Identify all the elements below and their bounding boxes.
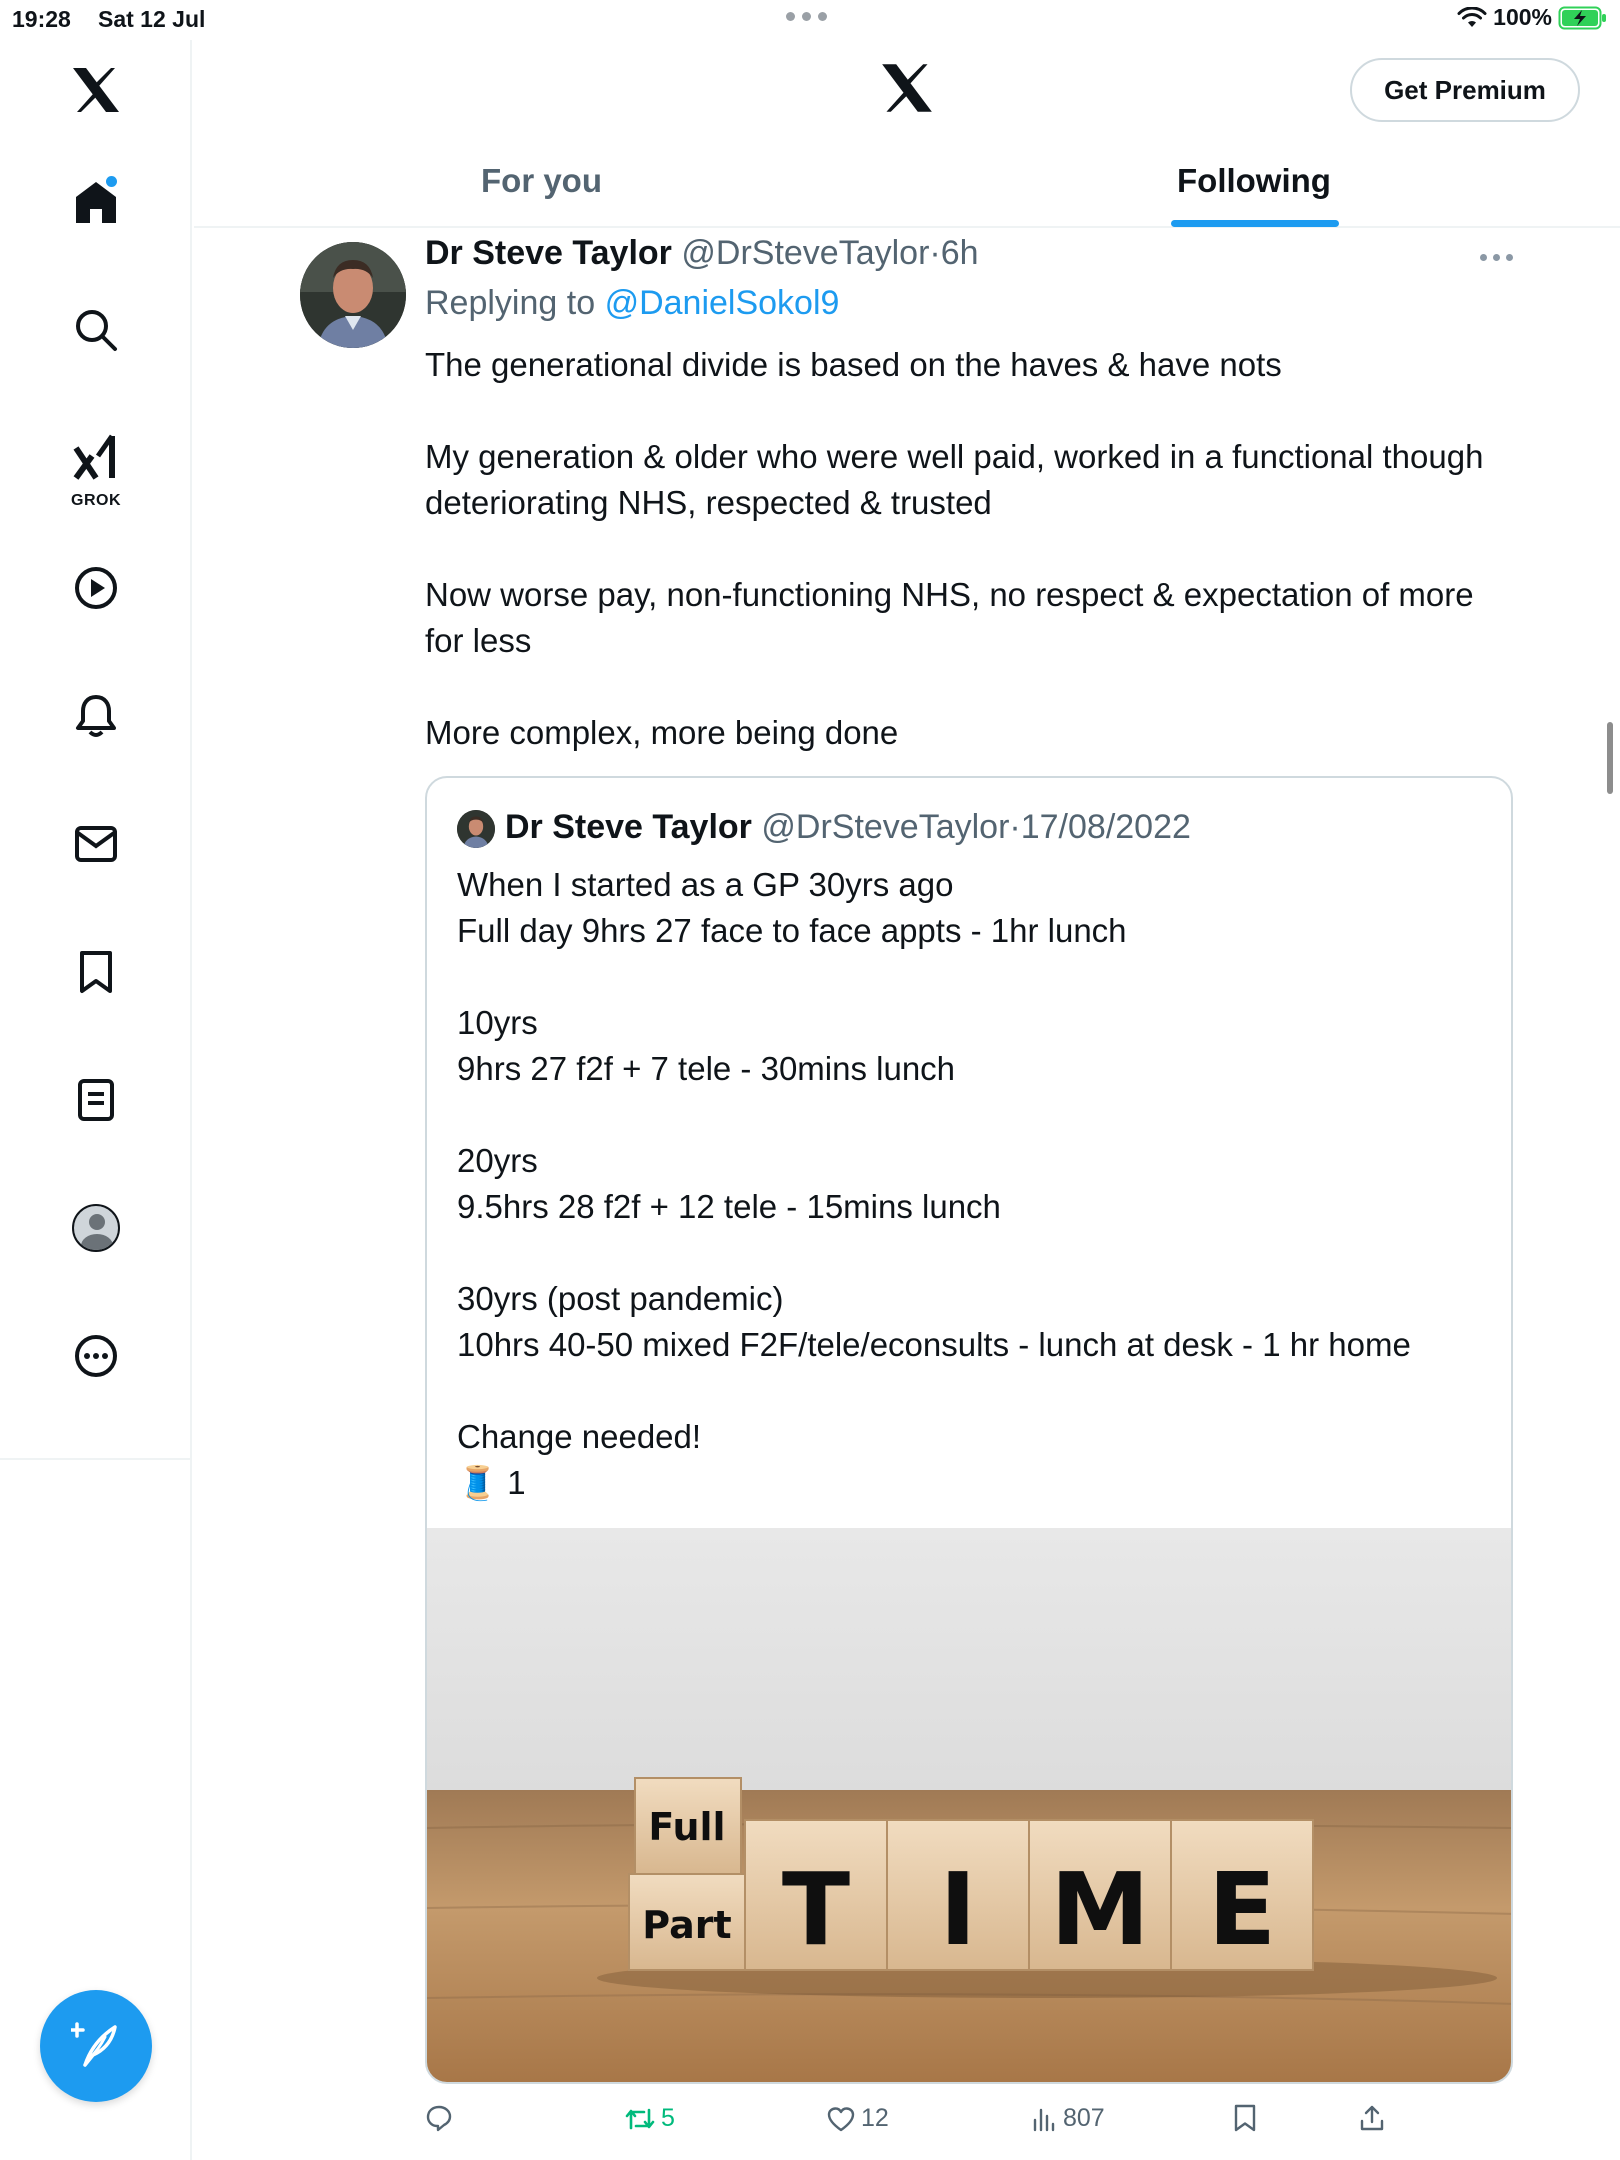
reply-button[interactable] xyxy=(425,2104,459,2132)
tab-following[interactable]: Following xyxy=(1177,162,1331,200)
sidebar-item-messages[interactable] xyxy=(66,814,126,874)
block-letter: E xyxy=(1208,1851,1276,1968)
views-icon xyxy=(1033,2108,1055,2131)
separator-dot: · xyxy=(1009,808,1021,846)
compose-icon xyxy=(71,2022,117,2067)
bookmark-icon xyxy=(1234,2104,1256,2132)
sidebar-item-bookmarks[interactable] xyxy=(66,942,126,1002)
grok-icon xyxy=(73,434,115,480)
list-icon xyxy=(78,1079,114,1121)
author-name[interactable]: Dr Steve Taylor xyxy=(425,234,672,272)
sidebar-item-more[interactable] xyxy=(66,1326,126,1386)
quoted-line: 9.5hrs 28 f2f + 12 tele - 15mins lunch xyxy=(457,1188,1001,1225)
share-icon xyxy=(1360,2105,1384,2131)
quoted-author-avatar xyxy=(457,810,495,848)
bookmark-icon xyxy=(80,951,112,993)
separator-dot: · xyxy=(929,234,941,272)
tweet-time[interactable]: 6h xyxy=(941,234,979,272)
quoted-image[interactable]: Full Part T I M E xyxy=(427,1528,1511,2082)
retweet-button[interactable]: 5 xyxy=(625,2104,675,2133)
wifi-icon xyxy=(1457,6,1487,27)
tweet-paragraph: My generation & older who were well paid… xyxy=(425,438,1484,521)
tweet-header: Dr Steve Taylor @DrSteveTaylor·6h xyxy=(425,234,979,273)
quoted-line: 30yrs (post pandemic) xyxy=(457,1280,784,1317)
tweet-paragraph: More complex, more being done xyxy=(425,714,899,751)
battery-percent: 100% xyxy=(1493,4,1552,30)
get-premium-button[interactable]: Get Premium xyxy=(1350,58,1580,122)
sidebar-item-home[interactable] xyxy=(66,172,126,232)
x-logo-icon[interactable] xyxy=(66,60,126,120)
quoted-author-handle: @DrSteveTaylor xyxy=(761,808,1010,846)
sidebar-item-profile[interactable] xyxy=(66,1198,126,1258)
quoted-line: When I started as a GP 30yrs ago xyxy=(457,866,954,903)
heart-icon xyxy=(827,2106,855,2131)
block-word-full: Full xyxy=(648,1805,725,1849)
block-letter: M xyxy=(1050,1851,1150,1968)
tab-for-you[interactable]: For you xyxy=(481,162,602,200)
grok-label: GROK xyxy=(71,492,121,509)
reply-icon xyxy=(426,2105,452,2132)
block-letter: I xyxy=(939,1851,976,1968)
quoted-line: Full day 9hrs 27 face to face appts - 1h… xyxy=(457,912,1127,949)
quoted-tweet[interactable]: Dr Steve Taylor @DrSteveTaylor·17/08/202… xyxy=(425,776,1513,2084)
quoted-line: 10yrs xyxy=(457,1004,538,1041)
replying-prefix: Replying to xyxy=(425,284,596,322)
status-time: 19:28 xyxy=(12,6,71,32)
status-bar: 19:28 Sat 12 Jul 100% xyxy=(0,0,1620,40)
status-date: Sat 12 Jul xyxy=(98,6,206,32)
replying-to: Replying to @DanielSokol9 xyxy=(425,284,839,323)
block-word-part: Part xyxy=(642,1903,731,1947)
active-tab-indicator xyxy=(1171,220,1339,227)
quoted-author-name: Dr Steve Taylor xyxy=(505,808,752,846)
author-handle[interactable]: @DrSteveTaylor xyxy=(681,234,929,272)
bell-icon xyxy=(76,695,116,737)
sidebar-item-grok[interactable]: GROK xyxy=(66,426,126,509)
more-options-icon[interactable] xyxy=(1480,254,1513,261)
quoted-text: When I started as a GP 30yrs ago Full da… xyxy=(457,862,1487,1506)
tweet-text: The generational divide is based on the … xyxy=(425,342,1515,756)
notification-dot xyxy=(106,176,117,187)
share-button[interactable] xyxy=(1359,2104,1385,2132)
compose-button[interactable] xyxy=(40,1990,152,2102)
more-circle-icon xyxy=(75,1335,117,1377)
quoted-line: 10hrs 40-50 mixed F2F/tele/econsults - l… xyxy=(457,1326,1411,1363)
block-letter: T xyxy=(782,1851,850,1968)
battery-charging-icon xyxy=(1558,6,1606,29)
mail-icon xyxy=(75,826,117,862)
profile-avatar-icon xyxy=(72,1204,120,1252)
scrollbar[interactable] xyxy=(1607,722,1613,794)
x-logo-icon[interactable] xyxy=(880,62,934,119)
status-right: 100% xyxy=(1457,4,1608,31)
sidebar-item-notifications[interactable] xyxy=(66,686,126,746)
like-button[interactable]: 12 xyxy=(827,2104,889,2133)
like-count: 12 xyxy=(861,2104,889,2132)
bookmark-button[interactable] xyxy=(1233,2104,1257,2132)
thread-indicator: 🧵 1 xyxy=(457,1464,526,1501)
views-button[interactable]: 807 xyxy=(1031,2104,1105,2133)
tweet-paragraph: The generational divide is based on the … xyxy=(425,346,1282,383)
quoted-line: 20yrs xyxy=(457,1142,538,1179)
search-icon xyxy=(76,310,117,351)
play-icon xyxy=(75,567,117,609)
quoted-line: Change needed! xyxy=(457,1418,702,1455)
author-avatar[interactable] xyxy=(300,242,406,348)
sidebar-divider xyxy=(0,1458,192,1460)
tweet-paragraph: Now worse pay, non-functioning NHS, no r… xyxy=(425,576,1474,659)
tweet-actions: 5 12 807 xyxy=(425,2100,1425,2144)
sidebar-item-video[interactable] xyxy=(66,558,126,618)
sidebar-item-lists[interactable] xyxy=(66,1070,126,1130)
retweet-icon xyxy=(625,2108,655,2129)
views-count: 807 xyxy=(1063,2104,1105,2132)
retweet-count: 5 xyxy=(661,2104,675,2132)
sidebar-item-explore[interactable] xyxy=(66,300,126,360)
replying-to-handle[interactable]: @DanielSokol9 xyxy=(605,284,840,322)
quoted-header: Dr Steve Taylor @DrSteveTaylor·17/08/202… xyxy=(505,808,1191,847)
timeline-tabs: For you Following xyxy=(194,140,1620,228)
quoted-line: 9hrs 27 f2f + 7 tele - 30mins lunch xyxy=(457,1050,956,1087)
multitasking-dots-icon[interactable] xyxy=(786,12,827,21)
sidebar: GROK xyxy=(0,40,192,2160)
quoted-date: 17/08/2022 xyxy=(1020,808,1191,846)
